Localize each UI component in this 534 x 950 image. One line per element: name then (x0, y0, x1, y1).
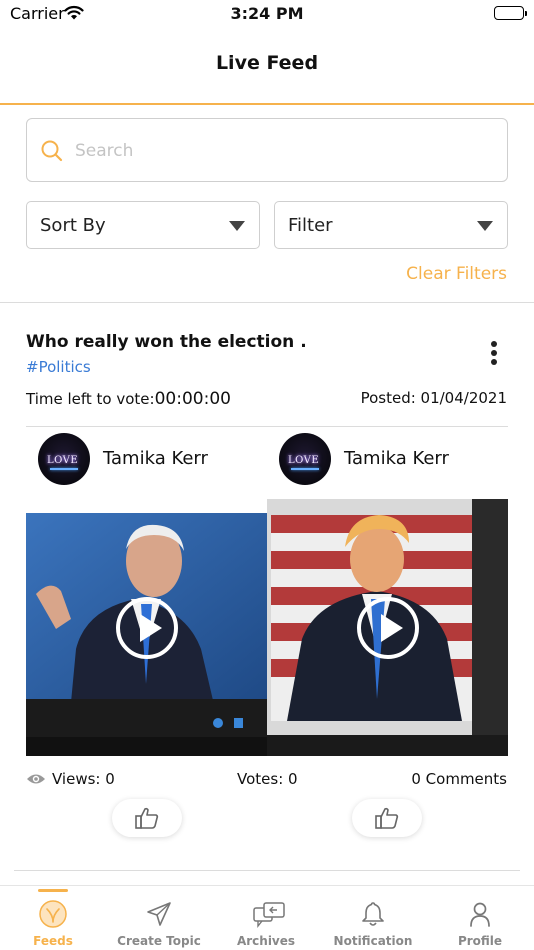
video-right[interactable] (267, 499, 508, 756)
tab-profile[interactable]: Profile (427, 886, 533, 950)
sort-by-label: Sort By (40, 215, 106, 236)
avatar-neon-text: LOVE (288, 455, 320, 466)
tab-bar: Feeds Create Topic Archives Notification… (0, 885, 534, 950)
comments-count[interactable]: 0 Comments (411, 770, 507, 788)
battery-icon (494, 6, 527, 20)
avatar[interactable]: LOVE (38, 433, 90, 485)
thumbs-up-icon (135, 807, 159, 829)
filter-label: Filter (288, 215, 333, 236)
feeds-icon (39, 900, 67, 928)
post-stats: Views: 0 Votes: 0 0 Comments (0, 770, 534, 792)
tab-notification[interactable]: Notification (320, 886, 426, 950)
tab-label: Notification (333, 934, 413, 948)
page-title: Live Feed (215, 52, 319, 74)
status-time: 3:24 PM (230, 4, 304, 23)
tab-create-topic[interactable]: Create Topic (106, 886, 212, 950)
post-divider (26, 426, 508, 427)
clear-filters-button[interactable]: Clear Filters (406, 264, 507, 284)
search-icon (40, 139, 64, 167)
tab-feeds[interactable]: Feeds (0, 886, 106, 950)
status-bar: Carrier 3:24 PM (0, 0, 534, 30)
time-left-value: 00:00:00 (154, 389, 231, 409)
votes-count: Votes: 0 (237, 770, 298, 788)
bell-icon (359, 900, 387, 928)
tab-archives[interactable]: Archives (213, 886, 319, 950)
play-button[interactable] (115, 596, 178, 659)
views-stat: Views: 0 (26, 770, 115, 790)
active-tab-indicator (38, 889, 68, 892)
avatar-neon-text: LOVE (47, 455, 79, 466)
header-divider (0, 103, 534, 105)
send-icon (145, 900, 173, 928)
chevron-down-icon (477, 221, 493, 231)
author-name[interactable]: Tamika Kerr (344, 448, 449, 469)
archives-icon (252, 900, 285, 928)
post-tag[interactable]: #Politics (26, 358, 91, 376)
eye-icon (26, 772, 46, 790)
sort-by-dropdown[interactable]: Sort By (26, 201, 260, 249)
more-options-icon[interactable] (488, 341, 500, 371)
time-left-label: Time left to vote: (26, 390, 155, 408)
filter-dropdown[interactable]: Filter (274, 201, 508, 249)
chevron-down-icon (229, 221, 245, 231)
thumbs-up-icon (375, 807, 399, 829)
video-left[interactable] (26, 499, 267, 756)
section-divider (0, 302, 534, 303)
tab-label: Create Topic (117, 934, 201, 948)
tab-label: Feeds (33, 934, 73, 948)
like-button-right[interactable] (352, 799, 422, 837)
play-button[interactable] (356, 596, 419, 659)
like-button-left[interactable] (112, 799, 182, 837)
time-left: Time left to vote:00:00:00 (26, 389, 231, 409)
tab-label: Archives (236, 934, 296, 948)
search-input[interactable] (75, 129, 495, 173)
search-box[interactable] (26, 118, 508, 182)
posted-date: Posted: 01/04/2021 (360, 389, 507, 407)
avatar[interactable]: LOVE (279, 433, 331, 485)
tab-label: Profile (457, 934, 503, 948)
author-name[interactable]: Tamika Kerr (103, 448, 208, 469)
person-icon (466, 900, 494, 928)
post-title[interactable]: Who really won the election . (26, 332, 307, 352)
feed-divider (14, 870, 520, 871)
views-count: Views: 0 (52, 770, 115, 788)
